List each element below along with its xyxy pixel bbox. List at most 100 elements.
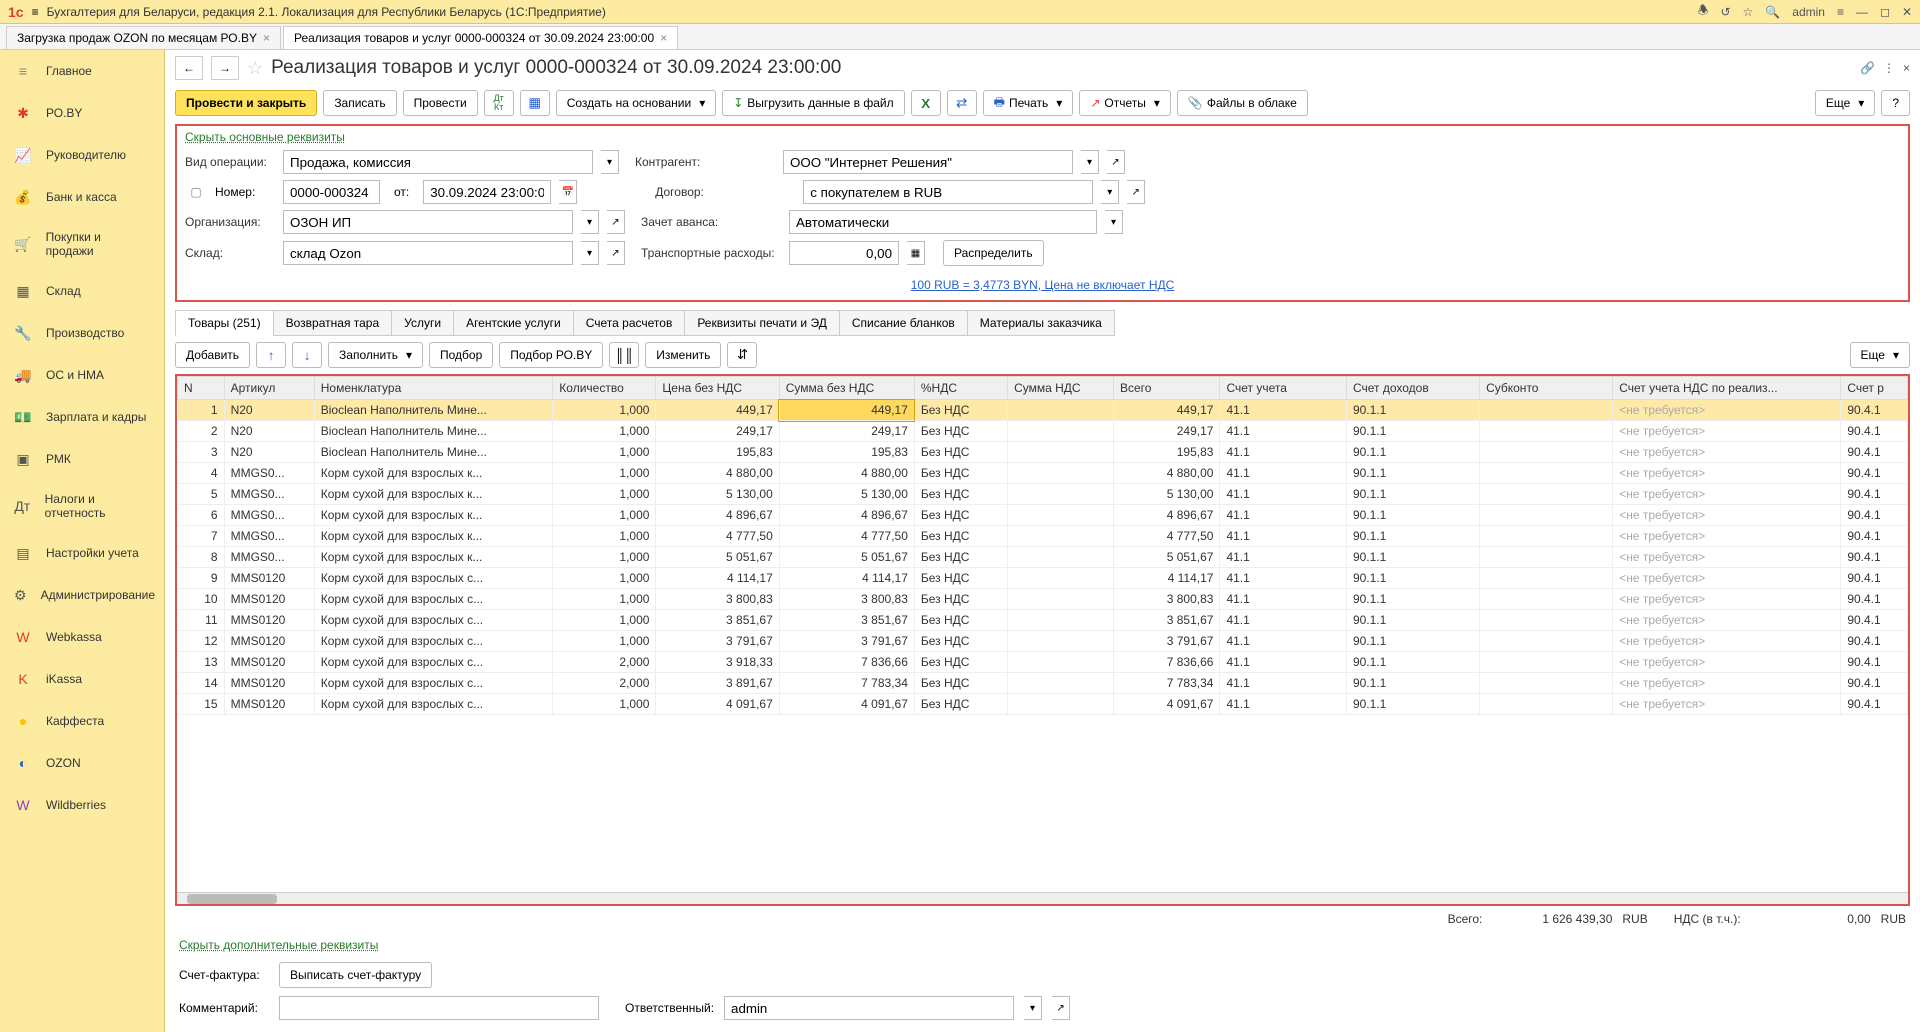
section-tab[interactable]: Услуги <box>391 310 454 336</box>
table-cell[interactable]: Без НДС <box>914 568 1007 589</box>
table-row[interactable]: 10MMS0120Корм сухой для взрослых с...1,0… <box>178 589 1908 610</box>
table-cell[interactable]: Без НДС <box>914 673 1007 694</box>
sidebar-item-4[interactable]: 🛒Покупки и продажи <box>0 218 164 270</box>
table-cell[interactable]: N20 <box>224 400 314 421</box>
sidebar-item-3[interactable]: 💰Банк и касса <box>0 176 164 218</box>
table-cell[interactable]: 10 <box>178 589 225 610</box>
table-cell[interactable]: <не требуется> <box>1613 589 1841 610</box>
table-cell[interactable]: 4 114,17 <box>1113 568 1220 589</box>
table-settings-icon[interactable]: ⇵ <box>727 342 757 368</box>
table-cell[interactable]: 5 051,67 <box>1113 547 1220 568</box>
table-cell[interactable]: <не требуется> <box>1613 505 1841 526</box>
table-cell[interactable]: 1 <box>178 400 225 421</box>
table-cell[interactable]: 41.1 <box>1220 610 1346 631</box>
table-cell[interactable] <box>1008 589 1114 610</box>
transport-input[interactable] <box>789 241 899 265</box>
table-cell[interactable]: <не требуется> <box>1613 568 1841 589</box>
edit-button[interactable]: Изменить <box>645 342 721 368</box>
column-header[interactable]: Количество <box>553 377 656 400</box>
table-cell[interactable]: 90.1.1 <box>1346 694 1479 715</box>
table-cell[interactable]: 4 <box>178 463 225 484</box>
sidebar-item-0[interactable]: ≡Главное <box>0 50 164 92</box>
table-cell[interactable]: 11 <box>178 610 225 631</box>
pick-po-button[interactable]: Подбор РО.BY <box>499 342 603 368</box>
table-cell[interactable]: 1,000 <box>553 400 656 421</box>
table-cell[interactable]: 12 <box>178 631 225 652</box>
sidebar-item-1[interactable]: ✱РО.BY <box>0 92 164 134</box>
table-cell[interactable]: <не требуется> <box>1613 610 1841 631</box>
table-cell[interactable] <box>1008 610 1114 631</box>
table-cell[interactable] <box>1008 652 1114 673</box>
advance-input[interactable] <box>789 210 1097 234</box>
hide-additional-link[interactable]: Скрыть дополнительные реквизиты <box>179 938 1906 952</box>
table-cell[interactable]: 1,000 <box>553 631 656 652</box>
table-cell[interactable]: MMGS0... <box>224 463 314 484</box>
table-cell[interactable]: 90.1.1 <box>1346 547 1479 568</box>
table-cell[interactable]: 1,000 <box>553 421 656 442</box>
table-cell[interactable]: <не требуется> <box>1613 547 1841 568</box>
table-cell[interactable]: 90.4.1 <box>1841 421 1908 442</box>
search-icon[interactable]: 🔍 <box>1765 5 1780 19</box>
section-tab[interactable]: Счета расчетов <box>573 310 686 336</box>
export-button[interactable]: ↧ Выгрузить данные в файл <box>722 90 904 116</box>
table-row[interactable]: 6MMGS0...Корм сухой для взрослых к...1,0… <box>178 505 1908 526</box>
link-icon[interactable]: 🔗 <box>1860 61 1875 75</box>
table-more-button[interactable]: Еще▾ <box>1850 342 1910 368</box>
table-cell[interactable]: 90.1.1 <box>1346 484 1479 505</box>
post-button[interactable]: Провести <box>403 90 478 116</box>
table-cell[interactable]: MMGS0... <box>224 505 314 526</box>
table-cell[interactable]: 3 791,67 <box>656 631 779 652</box>
table-cell[interactable]: 90.4.1 <box>1841 694 1908 715</box>
table-cell[interactable]: 4 880,00 <box>656 463 779 484</box>
table-row[interactable]: 9MMS0120Корм сухой для взрослых с...1,00… <box>178 568 1908 589</box>
calc-icon[interactable]: ▦ <box>907 241 925 265</box>
column-header[interactable]: Сумма без НДС <box>779 377 914 400</box>
comment-input[interactable] <box>279 996 599 1020</box>
table-cell[interactable]: Без НДС <box>914 547 1007 568</box>
sidebar-item-8[interactable]: 💵Зарплата и кадры <box>0 396 164 438</box>
warehouse-input[interactable] <box>283 241 573 265</box>
table-cell[interactable]: 8 <box>178 547 225 568</box>
table-cell[interactable]: 1,000 <box>553 442 656 463</box>
table-cell[interactable]: 41.1 <box>1220 547 1346 568</box>
table-cell[interactable]: Без НДС <box>914 442 1007 463</box>
table-cell[interactable]: 90.4.1 <box>1841 505 1908 526</box>
table-row[interactable]: 7MMGS0...Корм сухой для взрослых к...1,0… <box>178 526 1908 547</box>
table-cell[interactable]: 1,000 <box>553 484 656 505</box>
hide-main-fields-link[interactable]: Скрыть основные реквизиты <box>185 130 345 144</box>
table-cell[interactable]: 5 <box>178 484 225 505</box>
table-cell[interactable]: 90.1.1 <box>1346 610 1479 631</box>
dropdown-icon[interactable]: ▾ <box>1101 180 1119 204</box>
table-cell[interactable]: 3 791,67 <box>779 631 914 652</box>
table-cell[interactable]: 90.4.1 <box>1841 631 1908 652</box>
table-cell[interactable]: MMGS0... <box>224 526 314 547</box>
cloud-files-button[interactable]: 📎 Файлы в облаке <box>1177 90 1308 116</box>
table-cell[interactable]: 90.4.1 <box>1841 652 1908 673</box>
table-cell[interactable]: 4 777,50 <box>656 526 779 547</box>
table-cell[interactable]: <не требуется> <box>1613 652 1841 673</box>
table-cell[interactable] <box>1480 421 1613 442</box>
table-cell[interactable]: N20 <box>224 442 314 463</box>
table-cell[interactable] <box>1008 547 1114 568</box>
table-row[interactable]: 8MMGS0...Корм сухой для взрослых к...1,0… <box>178 547 1908 568</box>
table-cell[interactable]: Без НДС <box>914 526 1007 547</box>
table-cell[interactable]: <не требуется> <box>1613 421 1841 442</box>
sidebar-item-5[interactable]: ▦Склад <box>0 270 164 312</box>
sidebar-item-2[interactable]: 📈Руководителю <box>0 134 164 176</box>
table-cell[interactable]: 7 836,66 <box>1113 652 1220 673</box>
table-cell[interactable]: 13 <box>178 652 225 673</box>
pick-button[interactable]: Подбор <box>429 342 493 368</box>
table-cell[interactable]: 5 051,67 <box>656 547 779 568</box>
table-cell[interactable]: 41.1 <box>1220 673 1346 694</box>
table-cell[interactable]: MMS0120 <box>224 610 314 631</box>
table-cell[interactable]: <не требуется> <box>1613 484 1841 505</box>
nav-forward-button[interactable]: → <box>211 56 239 80</box>
open-icon[interactable]: ↗ <box>607 241 625 265</box>
table-row[interactable]: 12MMS0120Корм сухой для взрослых с...1,0… <box>178 631 1908 652</box>
table-cell[interactable]: 4 777,50 <box>1113 526 1220 547</box>
dropdown-icon[interactable]: ▾ <box>1024 996 1042 1020</box>
sidebar-item-10[interactable]: ДтНалоги и отчетность <box>0 480 164 532</box>
table-cell[interactable]: 4 896,67 <box>779 505 914 526</box>
table-cell[interactable]: 3 <box>178 442 225 463</box>
table-cell[interactable]: 4 880,00 <box>779 463 914 484</box>
